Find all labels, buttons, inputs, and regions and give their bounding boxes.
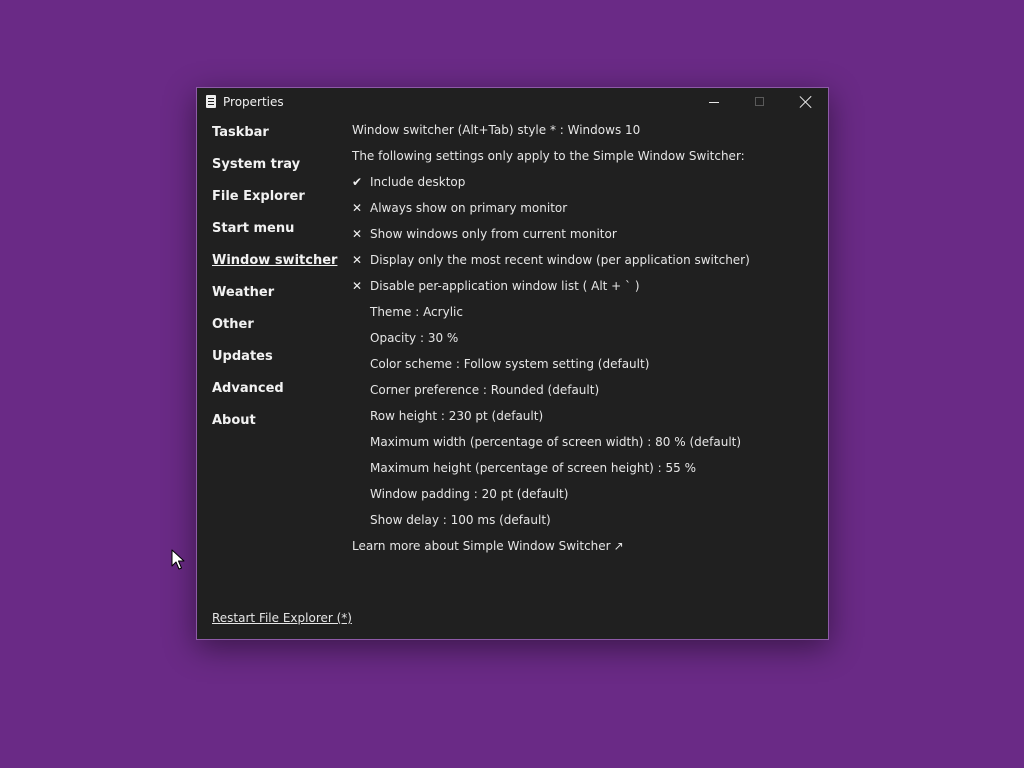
setting-maximum-width[interactable]: Maximum width (percentage of screen widt… [352, 432, 822, 458]
sidebar-item-system-tray[interactable]: System tray [212, 155, 342, 187]
properties-document-icon [206, 95, 216, 108]
setting-window-padding[interactable]: Window padding : 20 pt (default) [352, 484, 822, 510]
sidebar-item-weather[interactable]: Weather [212, 283, 342, 315]
sidebar-item-label: Advanced [212, 381, 284, 396]
sidebar-item-label: System tray [212, 157, 301, 172]
sidebar-item-label: About [212, 413, 256, 428]
sidebar-item-label: Taskbar [212, 125, 269, 140]
properties-window: Properties Taskbar System tray File Expl… [196, 87, 829, 640]
sidebar-item-label: Updates [212, 349, 273, 364]
sidebar-item-about[interactable]: About [212, 411, 342, 443]
toggle-label: Disable per-application window list ( Al… [370, 279, 640, 293]
sidebar-item-advanced[interactable]: Advanced [212, 379, 342, 411]
setting-opacity[interactable]: Opacity : 30 % [352, 328, 822, 354]
minimize-icon [709, 102, 719, 103]
sidebar-item-label: Window switcher [212, 253, 338, 268]
cross-icon: ✕ [352, 201, 363, 215]
checkmark-icon: ✔ [352, 175, 363, 189]
sidebar-item-other[interactable]: Other [212, 315, 342, 347]
sidebar-item-start-menu[interactable]: Start menu [212, 219, 342, 251]
toggle-most-recent-window[interactable]: ✕ Display only the most recent window (pe… [352, 250, 822, 276]
toggle-current-monitor[interactable]: ✕ Show windows only from current monitor [352, 224, 822, 250]
sidebar-item-label: Start menu [212, 221, 295, 236]
setting-corner-preference[interactable]: Corner preference : Rounded (default) [352, 380, 822, 406]
setting-show-delay[interactable]: Show delay : 100 ms (default) [352, 510, 822, 536]
toggle-label: Display only the most recent window (per… [370, 253, 750, 267]
toggle-label: Include desktop [370, 175, 466, 189]
simple-switcher-note: The following settings only apply to the… [352, 149, 745, 163]
sidebar-item-updates[interactable]: Updates [212, 347, 342, 379]
toggle-label: Always show on primary monitor [370, 201, 568, 215]
cross-icon: ✕ [352, 227, 363, 241]
sidebar-item-label: File Explorer [212, 189, 305, 204]
switcher-style-setting[interactable]: Window switcher (Alt+Tab) style * : Wind… [352, 120, 822, 146]
minimize-button[interactable] [691, 88, 737, 116]
sidebar-item-window-switcher[interactable]: Window switcher [212, 251, 342, 283]
setting-theme[interactable]: Theme : Acrylic [352, 302, 822, 328]
learn-more-link[interactable]: Learn more about Simple Window Switcher ↗ [352, 536, 822, 562]
maximize-icon [755, 97, 764, 106]
cross-icon: ✕ [352, 253, 363, 267]
external-link-icon: ↗ [613, 539, 624, 553]
settings-panel: Window switcher (Alt+Tab) style * : Wind… [352, 120, 822, 562]
sidebar-item-taskbar[interactable]: Taskbar [212, 123, 342, 155]
restart-file-explorer-link[interactable]: Restart File Explorer (*) [212, 608, 352, 628]
setting-row-height[interactable]: Row height : 230 pt (default) [352, 406, 822, 432]
sidebar-item-label: Weather [212, 285, 275, 300]
title-bar[interactable]: Properties [197, 88, 828, 116]
sidebar-nav: Taskbar System tray File Explorer Start … [212, 123, 342, 443]
desktop-background: Properties Taskbar System tray File Expl… [0, 0, 1024, 768]
toggle-primary-monitor[interactable]: ✕ Always show on primary monitor [352, 198, 822, 224]
setting-color-scheme[interactable]: Color scheme : Follow system setting (de… [352, 354, 822, 380]
learn-more-label: Learn more about Simple Window Switcher [352, 539, 611, 553]
sidebar-item-label: Other [212, 317, 254, 332]
toggle-per-app-list[interactable]: ✕ Disable per-application window list ( A… [352, 276, 822, 302]
toggle-label: Show windows only from current monitor [370, 227, 617, 241]
close-icon [799, 95, 813, 109]
setting-maximum-height[interactable]: Maximum height (percentage of screen hei… [352, 458, 822, 484]
maximize-button[interactable] [737, 88, 783, 116]
window-title: Properties [223, 95, 284, 109]
mouse-pointer-icon [171, 549, 185, 570]
cross-icon: ✕ [352, 279, 363, 293]
toggle-include-desktop[interactable]: ✔ Include desktop [352, 172, 822, 198]
close-button[interactable] [783, 88, 829, 116]
sidebar-item-file-explorer[interactable]: File Explorer [212, 187, 342, 219]
